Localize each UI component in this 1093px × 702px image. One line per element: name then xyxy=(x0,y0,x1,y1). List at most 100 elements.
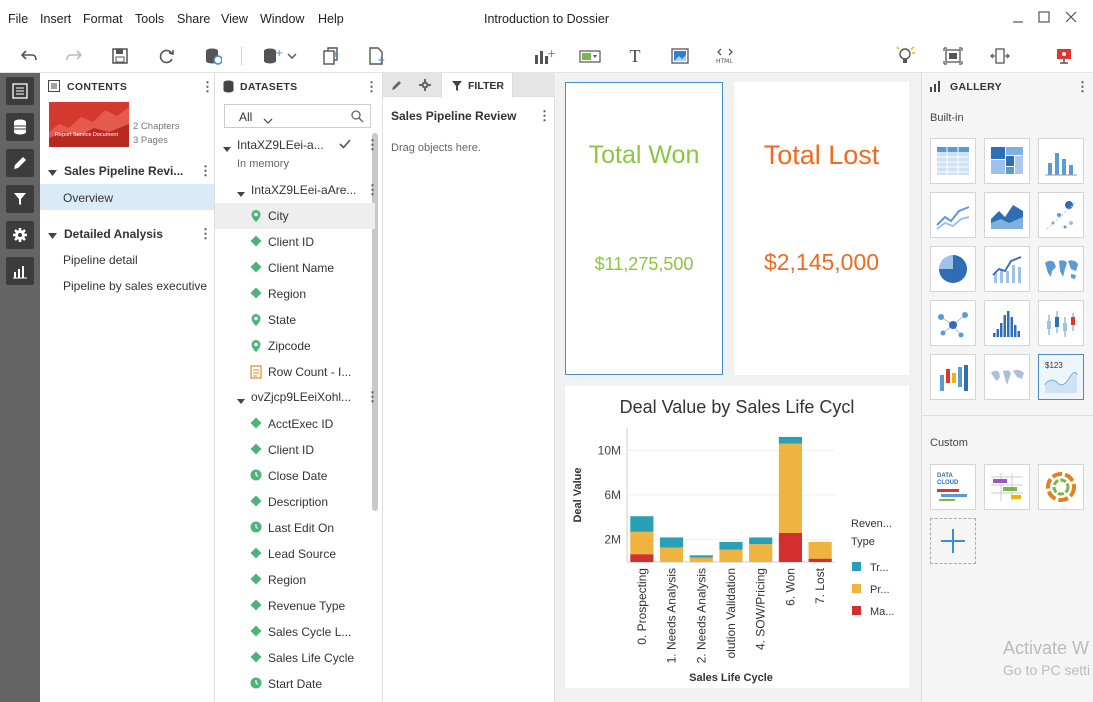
dataset-2[interactable]: ovZjcp9LEeiXohl... ⋮ xyxy=(215,386,379,408)
auto-suggest-icon[interactable] xyxy=(895,46,917,66)
dataset-field[interactable]: Last Edit On xyxy=(215,515,375,541)
dataset-field[interactable]: Zipcode xyxy=(215,333,375,359)
chevron-down-icon[interactable] xyxy=(48,229,57,243)
dataset-field[interactable]: Client ID xyxy=(215,229,375,255)
gantt-viz-icon[interactable] xyxy=(984,464,1030,510)
save-icon[interactable] xyxy=(109,46,131,66)
table-more-icon[interactable]: ⋮ xyxy=(366,183,379,197)
filter-panel-icon[interactable] xyxy=(6,185,34,213)
dataset-search-box[interactable]: All xyxy=(224,104,371,128)
dataset-field[interactable]: Sales Life Cycle xyxy=(215,645,375,671)
dataset-field[interactable]: Sales Cycle L... xyxy=(215,619,375,645)
histogram-viz-icon[interactable] xyxy=(984,300,1030,346)
datasets-more-icon[interactable]: ⋮ xyxy=(365,80,378,94)
minimize-icon[interactable] xyxy=(1009,10,1027,28)
undo-icon[interactable] xyxy=(18,46,40,66)
chevron-down-icon[interactable] xyxy=(237,394,245,408)
dataset-field[interactable]: Region xyxy=(215,567,375,593)
redo-icon[interactable] xyxy=(63,46,85,66)
insert-visualization-icon[interactable]: + xyxy=(533,46,555,66)
area-viz-icon[interactable] xyxy=(984,192,1030,238)
chapter-more-icon[interactable]: ⋮ xyxy=(199,227,212,241)
gallery-more-icon[interactable]: ⋮ xyxy=(1076,80,1089,94)
format-tab[interactable] xyxy=(414,76,436,96)
page-pipeline-detail[interactable]: Pipeline detail xyxy=(40,249,214,271)
deal-value-chart[interactable]: Deal Value by Sales Life Cycl 2M 6M 10M Dea… xyxy=(565,386,909,688)
menu-tools[interactable]: Tools xyxy=(135,12,164,26)
menu-share[interactable]: Share xyxy=(177,12,210,26)
grid-viz-icon[interactable] xyxy=(930,138,976,184)
dataset-1[interactable]: IntaXZ9LEei-a... ⋮ xyxy=(215,133,379,157)
editor-tab[interactable] xyxy=(386,76,408,96)
editor-panel-icon[interactable] xyxy=(6,149,34,177)
insert-filter-icon[interactable] xyxy=(579,46,601,66)
kpi-total-won[interactable]: Total Won $11,275,500 xyxy=(565,82,723,375)
radial-viz-icon[interactable] xyxy=(1038,464,1084,510)
refresh-icon[interactable] xyxy=(156,46,178,66)
presentation-mode-icon[interactable] xyxy=(942,46,964,66)
line-viz-icon[interactable] xyxy=(930,192,976,238)
datasets-panel-icon[interactable] xyxy=(6,113,34,141)
search-icon[interactable] xyxy=(351,110,364,126)
dataset-more-icon[interactable]: ⋮ xyxy=(366,390,379,404)
new-page-icon[interactable]: + xyxy=(366,46,388,66)
dataset-field[interactable]: Region xyxy=(215,281,375,307)
dataset-field[interactable]: Lead Source xyxy=(215,541,375,567)
chapter-sales-pipeline[interactable]: Sales Pipeline Revi... ⋮ xyxy=(40,160,214,182)
menu-format[interactable]: Format xyxy=(83,12,123,26)
dataset-field[interactable]: Row Count - I... xyxy=(215,359,375,385)
dataset-field[interactable]: City xyxy=(215,203,375,229)
chevron-down-icon[interactable] xyxy=(263,113,273,127)
menu-window[interactable]: Window xyxy=(260,12,304,26)
chevron-down-icon[interactable] xyxy=(48,166,57,180)
dataset-field[interactable]: Start Date xyxy=(215,671,375,697)
kpi-viz-icon[interactable]: $123 xyxy=(1038,354,1084,400)
close-icon[interactable] xyxy=(1062,10,1080,28)
data-cloud-viz-icon[interactable]: DATA CLOUD xyxy=(930,464,976,510)
dataset-field[interactable]: Client Name xyxy=(215,255,375,281)
kpi-total-lost[interactable]: Total Lost $2,145,000 xyxy=(734,82,909,375)
chevron-down-icon[interactable] xyxy=(237,187,245,201)
insert-text-icon[interactable]: T xyxy=(624,46,646,66)
data-source-icon[interactable] xyxy=(202,46,224,66)
dataset-field[interactable]: AcctExec ID xyxy=(215,411,375,437)
duplicate-page-icon[interactable]: + xyxy=(320,46,342,66)
dataset-table-1[interactable]: IntaXZ9LEei-aAre... ⋮ xyxy=(215,179,379,201)
dataset-field[interactable]: Client ID xyxy=(215,437,375,463)
world-map-viz-icon[interactable] xyxy=(984,354,1030,400)
add-data-icon[interactable]: + xyxy=(262,46,298,66)
dataset-field[interactable]: Description xyxy=(215,489,375,515)
maximize-icon[interactable] xyxy=(1035,10,1053,28)
insert-html-icon[interactable]: HTML xyxy=(713,46,737,66)
contents-more-icon[interactable]: ⋮ xyxy=(201,80,214,94)
filter-tab[interactable]: FILTER xyxy=(441,73,513,98)
dataset-more-icon[interactable]: ⋮ xyxy=(366,138,379,152)
pie-viz-icon[interactable] xyxy=(930,246,976,292)
menu-file[interactable]: File xyxy=(8,12,28,26)
present-icon[interactable] xyxy=(1053,46,1075,66)
scatter-viz-icon[interactable] xyxy=(1038,192,1084,238)
format-panel-icon[interactable] xyxy=(6,221,34,249)
dataset-filter-select[interactable]: All xyxy=(239,110,252,124)
contents-panel-icon[interactable] xyxy=(6,77,34,105)
menu-help[interactable]: Help xyxy=(318,12,344,26)
menu-insert[interactable]: Insert xyxy=(40,12,71,26)
responsive-view-icon[interactable] xyxy=(989,46,1011,66)
gallery-panel-icon[interactable] xyxy=(6,257,34,285)
chevron-down-icon[interactable] xyxy=(223,142,231,156)
heatmap-viz-icon[interactable] xyxy=(984,138,1030,184)
menu-view[interactable]: View xyxy=(221,12,248,26)
page-overview[interactable]: Overview xyxy=(40,184,214,210)
combo-viz-icon[interactable] xyxy=(984,246,1030,292)
add-custom-viz-button[interactable] xyxy=(930,518,976,564)
vertical-bar-viz-icon[interactable] xyxy=(1038,138,1084,184)
dossier-thumbnail[interactable]: Report Service Document xyxy=(49,102,129,147)
dataset-field[interactable]: Close Date xyxy=(215,463,375,489)
insert-image-icon[interactable] xyxy=(669,46,691,66)
filter-more-icon[interactable]: ⋮ xyxy=(538,109,551,123)
waterfall-viz-icon[interactable] xyxy=(930,354,976,400)
dataset-field[interactable]: Revenue Type xyxy=(215,593,375,619)
page-pipeline-by-exec[interactable]: Pipeline by sales executive xyxy=(40,275,214,297)
chapter-detailed-analysis[interactable]: Detailed Analysis ⋮ xyxy=(40,222,214,244)
map-viz-icon[interactable] xyxy=(1038,246,1084,292)
